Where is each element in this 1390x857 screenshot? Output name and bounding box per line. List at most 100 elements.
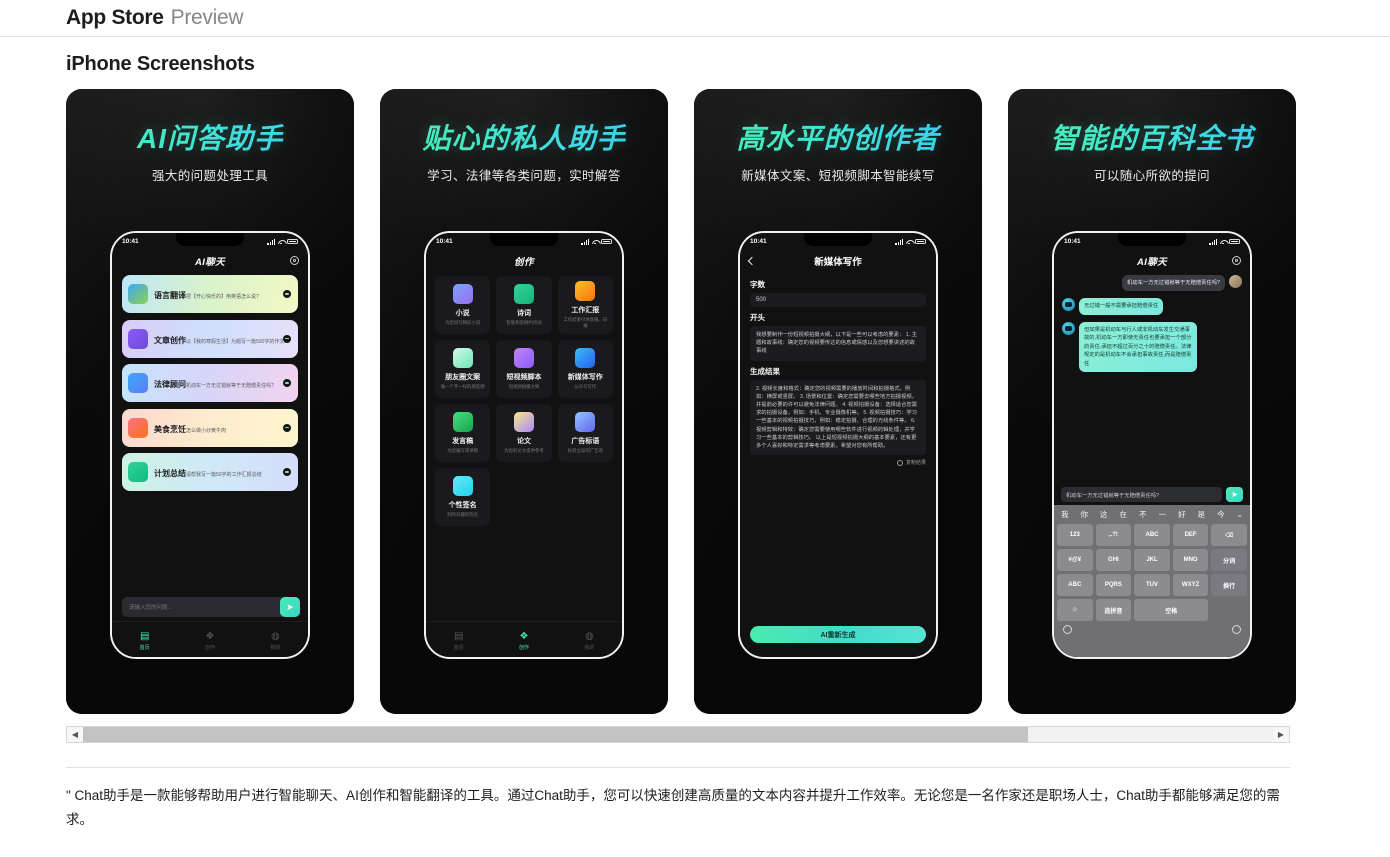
prompt-card-action-icon[interactable]	[283, 423, 291, 432]
keyboard-key[interactable]: PQRS	[1095, 574, 1132, 596]
notch-4	[1118, 233, 1186, 246]
tab-item-我的[interactable]: ◍ 我的	[243, 631, 308, 651]
send-button-1[interactable]: ➤	[280, 597, 300, 617]
prompt-card[interactable]: 语言翻译把【开心快乐的】用英语怎么说?	[122, 275, 298, 313]
suggestion-item[interactable]: 今	[1217, 509, 1225, 520]
word-count-input[interactable]: 500	[750, 293, 926, 307]
creation-grid-cell[interactable]: 短视频脚本 短视频拍摄大纲	[496, 340, 552, 398]
keyboard-key[interactable]: #@¥	[1057, 549, 1093, 571]
creation-cell-subtitle: 为您创写精彩小说	[445, 320, 481, 326]
suggestion-row: 我 你这 在不 一好 是今 ⌄	[1057, 508, 1247, 524]
mic-icon[interactable]	[1232, 625, 1241, 634]
keyboard-key[interactable]: MNO	[1172, 549, 1209, 571]
scroll-right-arrow[interactable]: ▶	[1273, 727, 1289, 742]
suggestion-item[interactable]: 不	[1139, 509, 1147, 520]
back-chevron-icon[interactable]	[747, 256, 757, 265]
keyboard-key[interactable]: TUV	[1134, 574, 1170, 596]
prompt-card[interactable]: 文章创作以【我的寒假生活】为题写一篇500字的作文	[122, 319, 298, 358]
tab-item-首页[interactable]: ▤ 首页	[426, 631, 491, 651]
status-indicators-3	[895, 238, 926, 245]
prompt-card-title: 美食烹饪	[154, 424, 186, 434]
keyboard-key[interactable]: ABC	[1057, 574, 1093, 596]
creation-cell-icon	[575, 348, 596, 369]
onscreen-keyboard[interactable]: 我你这在不一好是今 ⌄ 123,.?! ABC DEF ⌫ #@¥ GHI JKL MNO 分词 A…	[1054, 505, 1250, 657]
prompt-card-action-icon[interactable]	[283, 468, 291, 476]
nav-bar-3: 新媒体写作	[740, 250, 936, 271]
prompt-card[interactable]: 法律顾问机动车一方无过错就等于无赔偿责任吗?	[122, 364, 298, 402]
gear-icon[interactable]	[290, 256, 299, 265]
notch-2	[490, 233, 558, 246]
tab-item-我的[interactable]: ◍ 我的	[557, 631, 622, 651]
tab-item-创作[interactable]: ❖ 创作	[177, 631, 242, 651]
keyboard-key[interactable]: GHI	[1095, 549, 1132, 571]
screenshot-card-3[interactable]: 高水平的创作者 新媒体文案、短视频脚本智能续写 10:41 新媒体写作 字数 5…	[694, 89, 982, 714]
screenshot-card-2[interactable]: 贴心的私人助手 学习、法律等各类问题，实时解答 10:41 创作 小说 为您创写…	[380, 89, 668, 714]
keyboard-key[interactable]: 空格	[1134, 599, 1209, 621]
creation-grid-cell[interactable]: 个性签名 制作有趣的签名	[435, 468, 491, 526]
creation-grid-cell[interactable]: 工作汇报 工作结果引体周报、日报	[557, 276, 613, 334]
keyboard-key[interactable]: 换行	[1211, 574, 1247, 596]
keyboard-key[interactable]: WXYZ	[1172, 574, 1209, 596]
prompt-card[interactable]: 计划总结请帮我写一篇50字的工作汇报总结	[122, 453, 298, 491]
screenshot-card-1[interactable]: AI问答助手 强大的问题处理工具 10:41 AI聊天 语言翻译把【开心快乐的】…	[66, 89, 354, 714]
keyboard-key[interactable]: 分词	[1211, 549, 1247, 571]
suggestion-item[interactable]: 在	[1120, 509, 1128, 520]
tab-icon: ❖	[519, 630, 529, 642]
suggestion-item[interactable]: 这	[1100, 509, 1108, 520]
keyboard-key[interactable]: 选拼音	[1095, 599, 1132, 621]
chat-input-1[interactable]: 请输入您的问题...	[122, 597, 298, 617]
keyboard-key[interactable]: JKL	[1134, 549, 1170, 571]
chevron-down-icon[interactable]: ⌄	[1237, 510, 1243, 519]
status-bar-2: 10:41	[426, 233, 622, 250]
status-time-2: 10:41	[436, 238, 453, 245]
creation-grid-cell[interactable]: 朋友圈文案 做一个不一样的朋友圈	[435, 340, 491, 398]
writing-form: 字数 500 开头 我想要制作一份短视频拍摄大纲，以下是一些可以考虑的要素： 1…	[740, 271, 936, 466]
creation-grid-cell[interactable]: 发言稿 为您编写演讲稿	[435, 404, 491, 462]
opening-textarea[interactable]: 我想要制作一份短视频拍摄大纲，以下是一些可以考虑的要素： 1. 主题和故事线：确…	[750, 326, 926, 361]
prompt-card-title: 语言翻译	[154, 291, 186, 300]
keyboard-key[interactable]: ⌫	[1211, 524, 1247, 546]
creation-grid-cell[interactable]: 论文 为您的论文提供参考	[496, 404, 552, 462]
keyboard-key[interactable]: 123	[1057, 524, 1093, 546]
wifi-icon	[906, 239, 913, 245]
creation-grid-cell[interactable]: 新媒体写作 公众号写作	[557, 340, 613, 398]
scrollbar-thumb[interactable]	[83, 727, 1028, 742]
regenerate-button[interactable]: AI重新生成	[750, 626, 926, 643]
shot-subline-3: 新媒体文案、短视频脚本智能续写	[741, 169, 935, 184]
suggestion-item[interactable]: 我	[1061, 509, 1069, 520]
copy-result-button[interactable]: 复制结果	[750, 459, 926, 466]
horizontal-scrollbar[interactable]: ◀ ▶	[66, 726, 1290, 743]
suggestion-item[interactable]: 一	[1159, 509, 1167, 520]
suggestion-item[interactable]: 是	[1198, 509, 1206, 520]
shot-header-3: 高水平的创作者 新媒体文案、短视频脚本智能续写	[694, 89, 982, 184]
prompt-card-action-icon[interactable]	[283, 334, 291, 343]
prompt-card[interactable]: 美食烹饪怎么做小炒黄牛肉	[122, 408, 298, 447]
status-bar-1: 10:41	[112, 233, 308, 250]
status-indicators-1	[267, 238, 298, 245]
screenshots-carousel[interactable]: AI问答助手 强大的问题处理工具 10:41 AI聊天 语言翻译把【开心快乐的】…	[0, 76, 1390, 714]
shot-header-2: 贴心的私人助手 学习、法律等各类问题，实时解答	[380, 89, 668, 184]
suggestion-item[interactable]: 你	[1081, 509, 1089, 520]
prompt-card-action-icon[interactable]	[283, 290, 291, 298]
suggestion-item[interactable]: 好	[1178, 509, 1186, 520]
creation-grid-cell[interactable]: 小说 为您创写精彩小说	[435, 276, 491, 334]
creation-grid-cell[interactable]: 广告标语 标新立异的广告语	[557, 404, 613, 462]
creation-grid-cell[interactable]: 诗词 智能构思婉约诗词	[496, 276, 552, 334]
scrollbar-track[interactable]	[83, 727, 1273, 742]
prompt-card-subtitle: 请帮我写一篇50字的工作汇报总结	[186, 472, 262, 478]
chat-input-4[interactable]: 机动车一方无过错就等于无赔偿责任吗?	[1061, 487, 1222, 502]
screenshot-card-4[interactable]: 智能的百科全书 可以随心所欲的提问 10:41 AI聊天 机动车一方无过错就等于…	[1008, 89, 1296, 714]
prompt-card-action-icon[interactable]	[283, 379, 291, 387]
globe-icon[interactable]	[1063, 625, 1072, 634]
send-button-4[interactable]: ➤	[1226, 487, 1243, 502]
keyboard-key[interactable]: ☺	[1057, 599, 1093, 621]
tab-item-创作[interactable]: ❖ 创作	[491, 630, 556, 651]
gear-icon[interactable]	[1232, 256, 1241, 265]
wifi-icon	[278, 239, 285, 245]
keyboard-key[interactable]: ABC	[1134, 524, 1170, 546]
tab-item-首页[interactable]: ▤ 首页	[112, 631, 177, 651]
scroll-left-arrow[interactable]: ◀	[67, 727, 83, 742]
phone-screen-2: 10:41 创作 小说 为您创写精彩小说 诗词 智能构思婉约诗词 工作汇报 工作结果引体周…	[426, 233, 622, 657]
keyboard-key[interactable]: DEF	[1172, 524, 1209, 546]
keyboard-key[interactable]: ,.?!	[1095, 524, 1132, 546]
